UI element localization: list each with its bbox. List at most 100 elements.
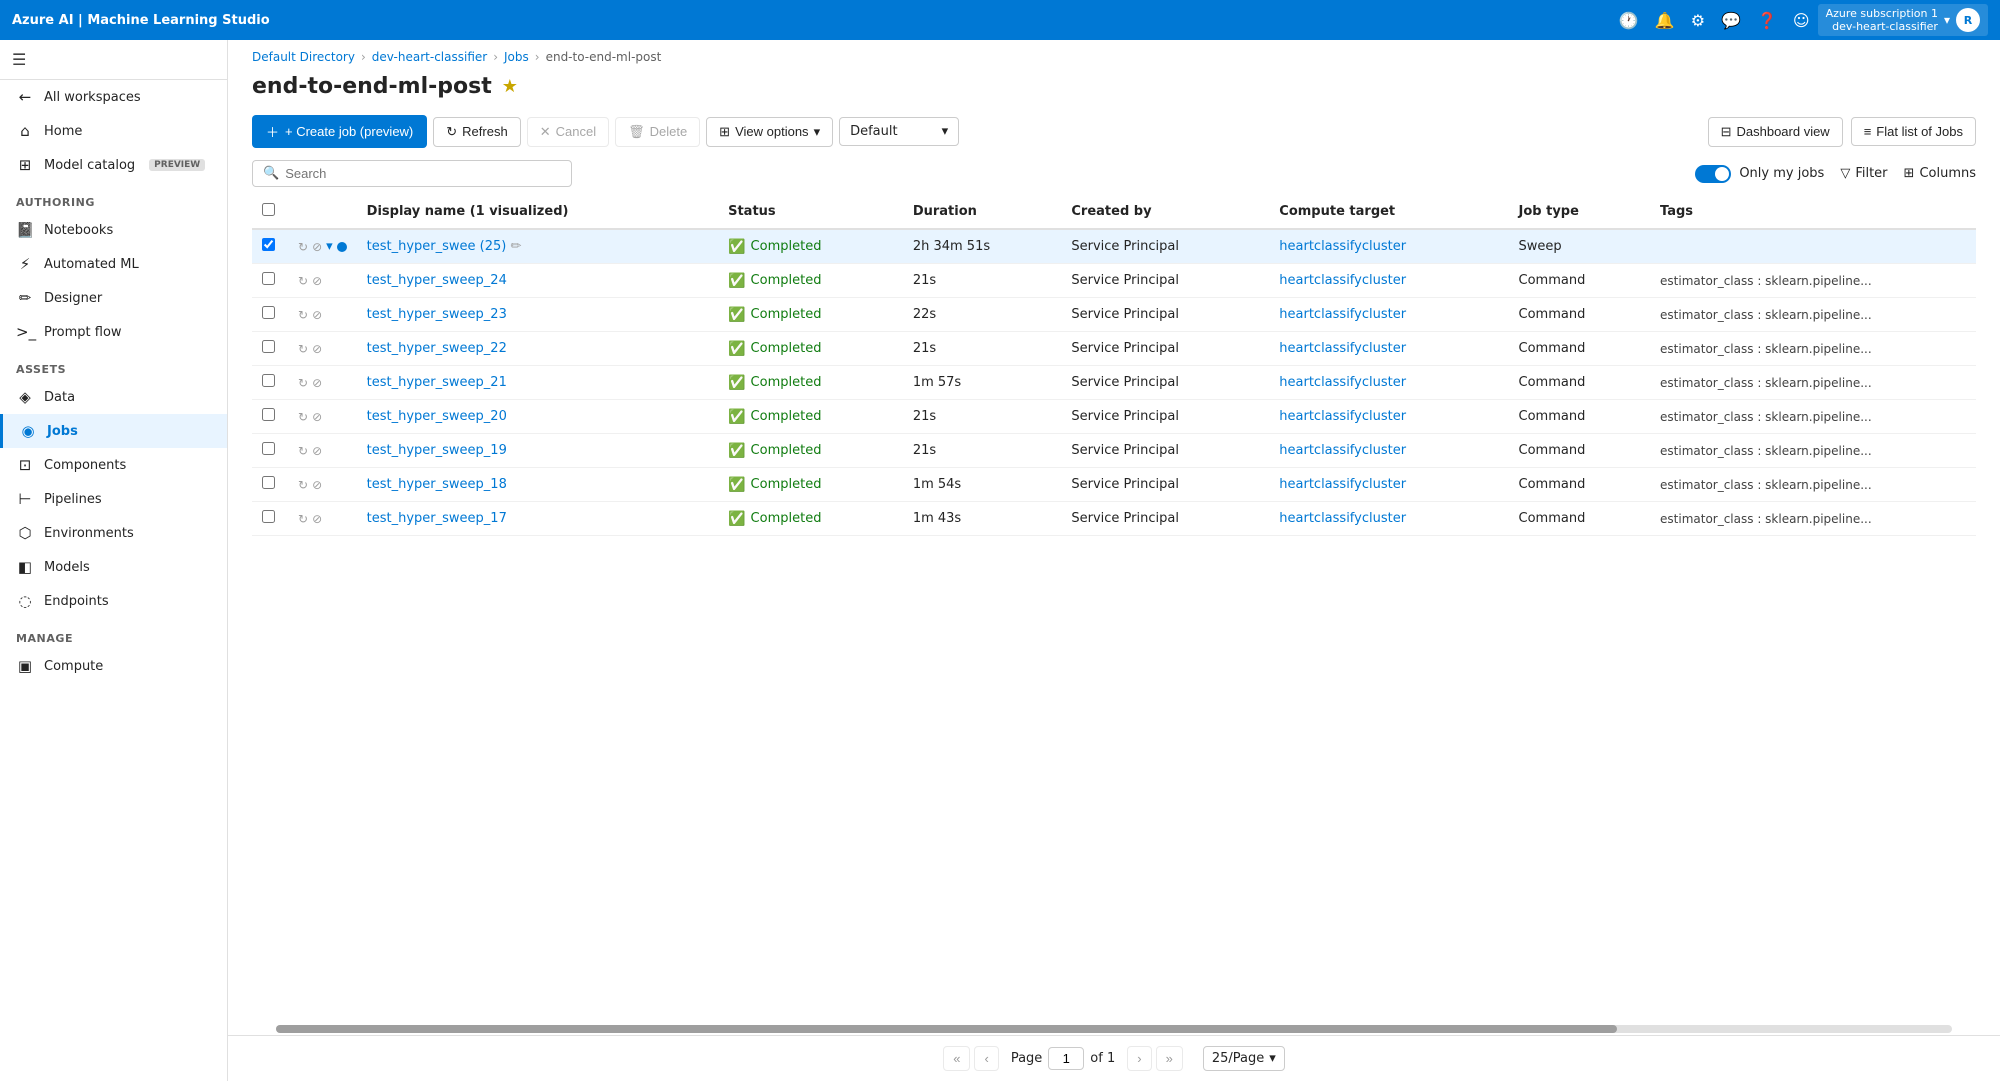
job-link[interactable]: test_hyper_sweep_20 [367, 409, 507, 424]
sidebar-item-endpoints[interactable]: ◌ Endpoints [0, 584, 227, 618]
row-checkbox[interactable] [262, 238, 275, 251]
compute-link[interactable]: heartclassifycluster [1279, 375, 1406, 390]
columns-button[interactable]: ⊞ Columns [1904, 166, 1976, 181]
compute-link[interactable]: heartclassifycluster [1279, 239, 1406, 254]
row-checkbox[interactable] [262, 272, 275, 285]
compute-link[interactable]: heartclassifycluster [1279, 273, 1406, 288]
grid-icon: ⊘ [312, 240, 322, 254]
col-display-name[interactable]: Display name (1 visualized) [357, 195, 718, 229]
horizontal-scrollbar[interactable] [276, 1025, 1952, 1033]
user-menu[interactable]: Azure subscription 1 dev-heart-classifie… [1818, 4, 1988, 36]
delete-button[interactable]: 🗑 Delete [615, 117, 700, 147]
sidebar-item-designer[interactable]: ✏ Designer [0, 281, 227, 315]
sidebar-item-model-catalog[interactable]: ⊞ Model catalog PREVIEW [0, 148, 227, 182]
breadcrumb-current: end-to-end-ml-post [546, 50, 662, 64]
default-dropdown[interactable]: Default ▾ [839, 117, 959, 146]
col-compute-target[interactable]: Compute target [1269, 195, 1508, 229]
sidebar-item-label: Prompt flow [44, 325, 122, 340]
dashboard-view-button[interactable]: ⊟ Dashboard view [1708, 117, 1843, 147]
flat-list-icon: ≡ [1864, 124, 1872, 139]
col-select-all[interactable] [252, 195, 288, 229]
breadcrumb-default-directory[interactable]: Default Directory [252, 50, 355, 64]
hamburger-icon[interactable]: ☰ [12, 50, 26, 69]
refresh-button[interactable]: ↻ Refresh [433, 117, 520, 147]
sweep-icon: ↻ [298, 444, 308, 458]
col-tags[interactable]: Tags [1650, 195, 1976, 229]
job-link[interactable]: test_hyper_sweep_24 [367, 273, 507, 288]
sidebar-item-models[interactable]: ◧ Models [0, 550, 227, 584]
page-number-input[interactable] [1048, 1047, 1084, 1070]
row-name-cell: test_hyper_sweep_19 [357, 434, 718, 468]
compute-link[interactable]: heartclassifycluster [1279, 477, 1406, 492]
next-page-button[interactable]: › [1127, 1046, 1151, 1071]
preview-badge: PREVIEW [149, 159, 205, 171]
compute-link[interactable]: heartclassifycluster [1279, 409, 1406, 424]
topbar: Azure AI | Machine Learning Studio 🕐 🔔 ⚙… [0, 0, 2000, 40]
sidebar-item-environments[interactable]: ⬡ Environments [0, 516, 227, 550]
col-duration[interactable]: Duration [903, 195, 1062, 229]
search-box[interactable]: 🔍 [252, 160, 572, 187]
row-job-type-cell: Command [1509, 400, 1651, 434]
sweep-icon: ↻ [298, 376, 308, 390]
help-icon[interactable]: ❓ [1757, 11, 1777, 30]
compute-link[interactable]: heartclassifycluster [1279, 307, 1406, 322]
sidebar-item-automated-ml[interactable]: ⚡ Automated ML [0, 247, 227, 281]
col-created-by[interactable]: Created by [1061, 195, 1269, 229]
row-checkbox[interactable] [262, 476, 275, 489]
sidebar-item-notebooks[interactable]: 📓 Notebooks [0, 213, 227, 247]
job-link[interactable]: test_hyper_sweep_22 [367, 341, 507, 356]
row-tags-cell: estimator_class : sklearn.pipeline... [1650, 332, 1976, 366]
only-my-jobs-toggle[interactable] [1695, 165, 1731, 183]
compute-link[interactable]: heartclassifycluster [1279, 443, 1406, 458]
compute-link[interactable]: heartclassifycluster [1279, 341, 1406, 356]
job-link[interactable]: test_hyper_swee (25) [367, 239, 507, 254]
favorite-star[interactable]: ★ [502, 76, 518, 97]
cancel-button[interactable]: ✕ Cancel [527, 117, 609, 147]
jobs-table-wrapper: Display name (1 visualized) Status Durat… [228, 195, 2000, 1023]
sweep-icon: ↻ [298, 512, 308, 526]
per-page-dropdown[interactable]: 25/Page ▾ [1203, 1046, 1285, 1071]
sidebar-item-data[interactable]: ◈ Data [0, 380, 227, 414]
prev-page-button[interactable]: ‹ [974, 1046, 998, 1071]
col-status[interactable]: Status [718, 195, 903, 229]
sidebar-item-components[interactable]: ⊡ Components [0, 448, 227, 482]
sidebar-item-pipelines[interactable]: ⊢ Pipelines [0, 482, 227, 516]
job-link[interactable]: test_hyper_sweep_21 [367, 375, 507, 390]
notifications-icon[interactable]: 🔔 [1655, 11, 1675, 30]
compute-link[interactable]: heartclassifycluster [1279, 511, 1406, 526]
filter-button[interactable]: ▽ Filter [1840, 166, 1887, 181]
job-link[interactable]: test_hyper_sweep_19 [367, 443, 507, 458]
settings-icon[interactable]: ⚙ [1691, 11, 1705, 30]
user-face-icon[interactable]: ☺ [1793, 11, 1810, 30]
plus-icon: ＋ [266, 122, 279, 141]
row-checkbox[interactable] [262, 510, 275, 523]
row-checkbox[interactable] [262, 306, 275, 319]
sidebar-item-compute[interactable]: ▣ Compute [0, 649, 227, 683]
sidebar-item-home[interactable]: ⌂ Home [0, 114, 227, 148]
first-page-button[interactable]: « [943, 1046, 970, 1071]
edit-icon[interactable]: ✏ [511, 239, 522, 254]
col-job-type[interactable]: Job type [1509, 195, 1651, 229]
row-checkbox[interactable] [262, 408, 275, 421]
row-compute-target-cell: heartclassifycluster [1269, 332, 1508, 366]
flat-list-button[interactable]: ≡ Flat list of Jobs [1851, 117, 1976, 146]
search-input[interactable] [285, 166, 561, 181]
sidebar-item-jobs[interactable]: ◉ Jobs [0, 414, 227, 448]
history-icon[interactable]: 🕐 [1619, 11, 1639, 30]
job-link[interactable]: test_hyper_sweep_18 [367, 477, 507, 492]
view-options-button[interactable]: ⊞ View options ▾ [706, 117, 833, 147]
expand-button[interactable]: ▾ [326, 239, 333, 254]
select-all-checkbox[interactable] [262, 203, 275, 216]
row-checkbox[interactable] [262, 374, 275, 387]
chat-icon[interactable]: 💬 [1721, 11, 1741, 30]
breadcrumb-workspace[interactable]: dev-heart-classifier [372, 50, 487, 64]
job-link[interactable]: test_hyper_sweep_17 [367, 511, 507, 526]
sidebar-item-prompt-flow[interactable]: >_ Prompt flow [0, 315, 227, 349]
row-checkbox[interactable] [262, 340, 275, 353]
breadcrumb-jobs[interactable]: Jobs [504, 50, 529, 64]
row-checkbox[interactable] [262, 442, 275, 455]
last-page-button[interactable]: » [1156, 1046, 1183, 1071]
create-job-button[interactable]: ＋ + Create job (preview) [252, 115, 427, 148]
job-link[interactable]: test_hyper_sweep_23 [367, 307, 507, 322]
sidebar-item-all-workspaces[interactable]: ← All workspaces [0, 80, 227, 114]
